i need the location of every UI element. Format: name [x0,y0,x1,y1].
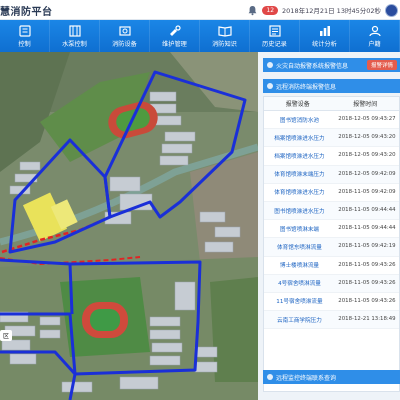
nav-item-water-pump[interactable]: 水泵控制 [50,20,100,52]
bell-icon [267,374,273,380]
remote-alarm-title: 远程消防终端报警信息 [276,83,337,91]
table-header: 报警设备 报警时间 [264,97,399,111]
table-row[interactable]: 体育馆喷淋末端压力 2018-12-05 09:42:09 [264,165,399,184]
table-row[interactable]: 4号宿舍喷淋流量 2018-11-05 09:43:26 [264,274,399,293]
alarm-device: 档案馆喷淋进水压力 [274,153,325,160]
app-title: 慧消防平台 [0,7,53,18]
nav-item-history[interactable]: 历史记录 [250,20,300,52]
campus-map-image [0,52,258,400]
top-header: 慧消防平台 12 2018年12月21日 13时45分02秒 [0,0,400,20]
register-icon [368,25,382,37]
nav-label: 消防知识 [212,40,237,48]
bell-icon [267,83,273,89]
table-row[interactable]: 图书馆消防水池 2018-12-05 09:43:27 [264,111,399,130]
alarm-device: 云南工商学院压力 [277,317,322,324]
header-status: 12 2018年12月21日 13时45分02秒 [247,3,398,17]
nav-label: 水泵控制 [62,40,87,48]
table-row[interactable]: 图书馆喷淋进水压力 2018-11-05 09:44:44 [264,201,399,221]
alarm-time: 2018-12-05 09:42:09 [338,170,396,177]
table-row[interactable]: 图书馆喷淋末端 2018-11-05 09:44:44 [264,220,399,239]
nav-label: 户籍 [368,40,381,48]
alarm-time: 2018-11-05 09:44:44 [338,207,396,214]
nav-item-control[interactable]: 控制 [0,20,50,52]
nav-label: 统计分析 [312,40,337,48]
table-row[interactable]: 体育馆喷淋进水压力 2018-11-05 09:42:09 [264,184,399,202]
main-nav: 控制 水泵控制 消防设备 维护管理 消防知识 历史记录 统计分析 户籍 [0,20,400,52]
remote-monitor-header[interactable]: 远程监控终端联系查询 [263,370,400,384]
column-device: 报警设备 [285,101,310,108]
table-row[interactable]: 档案馆喷淋进水压力 2018-12-05 09:43:20 [264,129,399,148]
table-row[interactable]: 档案馆喷淋进水压力 2018-12-05 09:43:20 [264,147,399,166]
alarm-device: 体育馆喷淋末端压力 [274,172,325,179]
table-row[interactable]: 博士楼喷淋流量 2018-11-05 09:43:26 [264,257,399,275]
alarm-time: 2018-11-05 09:43:26 [338,279,396,286]
alarm-panel: 火灾自动报警系统报警信息 报警详情 远程消防终端报警信息 报警设备 报警时间 图… [258,52,400,400]
nav-label: 维护管理 [162,40,187,48]
alarm-table: 报警设备 报警时间 图书馆消防水池 2018-12-05 09:43:27 档案馆… [263,96,400,392]
control-icon [18,24,32,37]
alarm-time: 2018-11-05 09:43:26 [338,297,396,304]
table-row[interactable]: 体育馆东喷淋流量 2018-11-05 09:42:19 [264,238,399,257]
nav-item-maintenance[interactable]: 维护管理 [150,20,200,52]
nav-item-fire-equipment[interactable]: 消防设备 [100,20,150,52]
alert-count-badge[interactable]: 12 [262,5,279,15]
alarm-device: 档案馆喷淋进水压力 [274,135,325,142]
datetime-display: 2018年12月21日 13时45分02秒 [282,7,381,15]
history-icon [268,24,282,37]
alarm-time: 2018-11-05 09:44:44 [338,225,396,232]
fire-alarm-title: 火灾自动报警系统报警信息 [276,62,349,70]
alarm-device: 11号宿舍喷淋流量 [276,299,323,306]
remote-alarm-header: 远程消防终端报警信息 [263,79,400,93]
nav-item-statistics[interactable]: 统计分析 [300,20,350,52]
nav-label: 控制 [18,40,31,48]
alarm-device: 图书馆喷淋末端 [279,226,320,233]
map-area-label: 区 [0,330,13,341]
nav-label: 历史记录 [262,40,287,48]
user-avatar[interactable] [385,3,398,17]
fire-alarm-header: 火灾自动报警系统报警信息 报警详情 [263,58,400,72]
alarm-device: 体育馆喷淋进水压力 [274,190,325,197]
campus-map[interactable]: 区 [0,52,258,400]
alarm-device: 体育馆东喷淋流量 [277,244,322,251]
alarm-device: 图书馆喷淋进水压力 [274,208,325,215]
table-row[interactable]: 11号宿舍喷淋流量 2018-11-05 09:43:26 [264,293,399,312]
knowledge-icon [217,25,232,37]
remote-monitor-title: 远程监控终端联系查询 [276,374,337,382]
alarm-time: 2018-11-05 09:42:19 [338,243,396,250]
alarm-time: 2018-12-21 13:18:49 [338,316,396,323]
nav-item-register[interactable]: 户籍 [350,20,400,52]
column-time: 报警时间 [353,101,378,108]
statistics-icon [318,25,332,37]
bell-icon [267,62,273,68]
alarm-device: 图书馆消防水池 [279,117,320,124]
nav-item-knowledge[interactable]: 消防知识 [200,20,250,52]
fire-equipment-icon [118,25,132,37]
alarm-time: 2018-12-05 09:43:27 [338,116,396,123]
table-row[interactable]: 云南工商学院压力 2018-12-21 13:18:49 [264,311,399,330]
alarm-time: 2018-12-05 09:43:20 [338,152,396,159]
alarm-detail-button[interactable]: 报警详情 [366,60,397,70]
alarm-device: 4号宿舍喷淋流量 [278,281,321,288]
water-pump-icon [68,24,82,37]
nav-label: 消防设备 [112,40,137,48]
alarm-time: 2018-12-05 09:43:20 [338,134,396,141]
alarm-time: 2018-11-05 09:43:26 [338,261,396,268]
alarm-time: 2018-11-05 09:42:09 [338,188,396,195]
bell-icon[interactable] [247,5,258,16]
maintenance-icon [168,24,182,37]
alarm-device: 博士楼喷淋流量 [279,263,320,270]
